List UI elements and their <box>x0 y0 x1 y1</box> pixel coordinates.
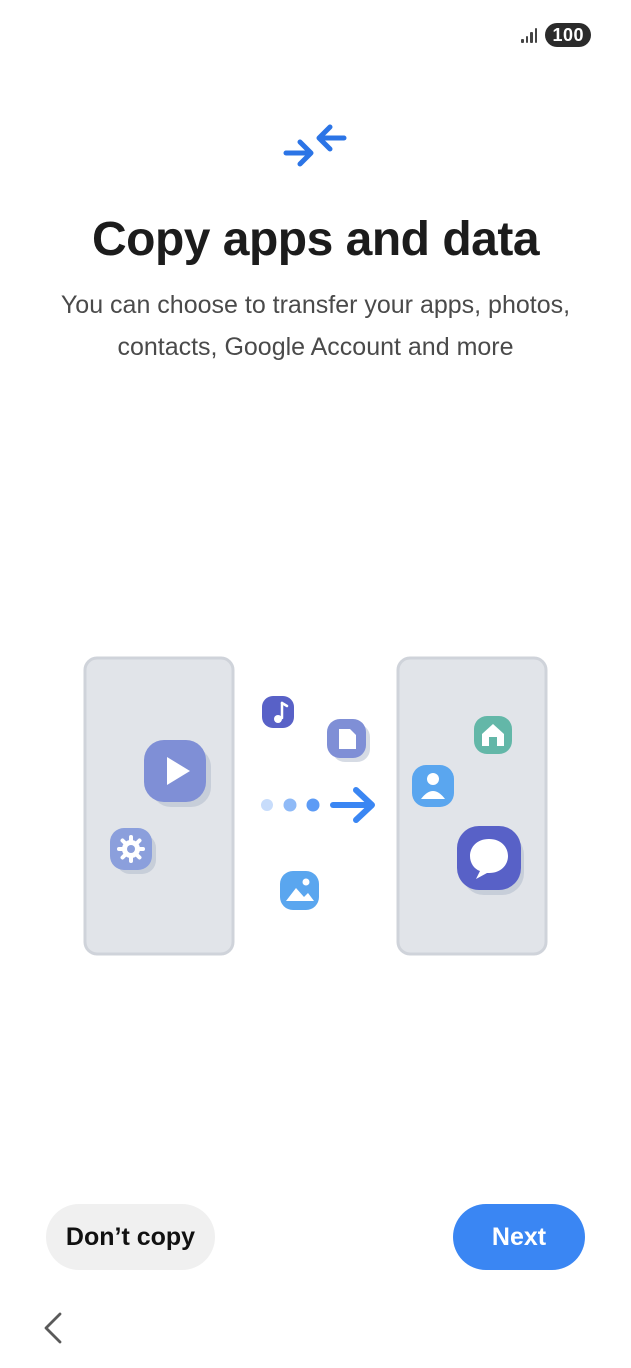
contact-icon <box>412 765 454 807</box>
document-icon <box>327 719 370 762</box>
welcome-copy-data-screen: 100 Copy apps and data You can choose to… <box>0 0 631 1368</box>
next-button[interactable]: Next <box>453 1204 585 1270</box>
signal-strength-icon <box>521 27 538 43</box>
dont-copy-button[interactable]: Don’t copy <box>46 1204 215 1270</box>
transfer-arrows-icon <box>283 124 347 167</box>
battery-level-badge: 100 <box>545 23 591 47</box>
page-subtitle: You can choose to transfer your apps, ph… <box>60 291 571 361</box>
transfer-illustration <box>83 656 548 956</box>
music-note-icon <box>262 696 294 728</box>
source-phone <box>83 656 235 956</box>
page-title: Copy apps and data <box>91 213 540 266</box>
back-chevron-icon[interactable] <box>38 1310 68 1346</box>
target-phone <box>396 656 548 956</box>
photo-icon <box>280 871 319 910</box>
settings-gear-icon <box>110 828 156 874</box>
transfer-arrow-icon <box>261 787 375 823</box>
home-icon <box>474 716 512 754</box>
status-bar: 100 <box>521 22 591 48</box>
video-play-icon <box>144 740 211 807</box>
message-bubble-icon <box>457 826 524 895</box>
